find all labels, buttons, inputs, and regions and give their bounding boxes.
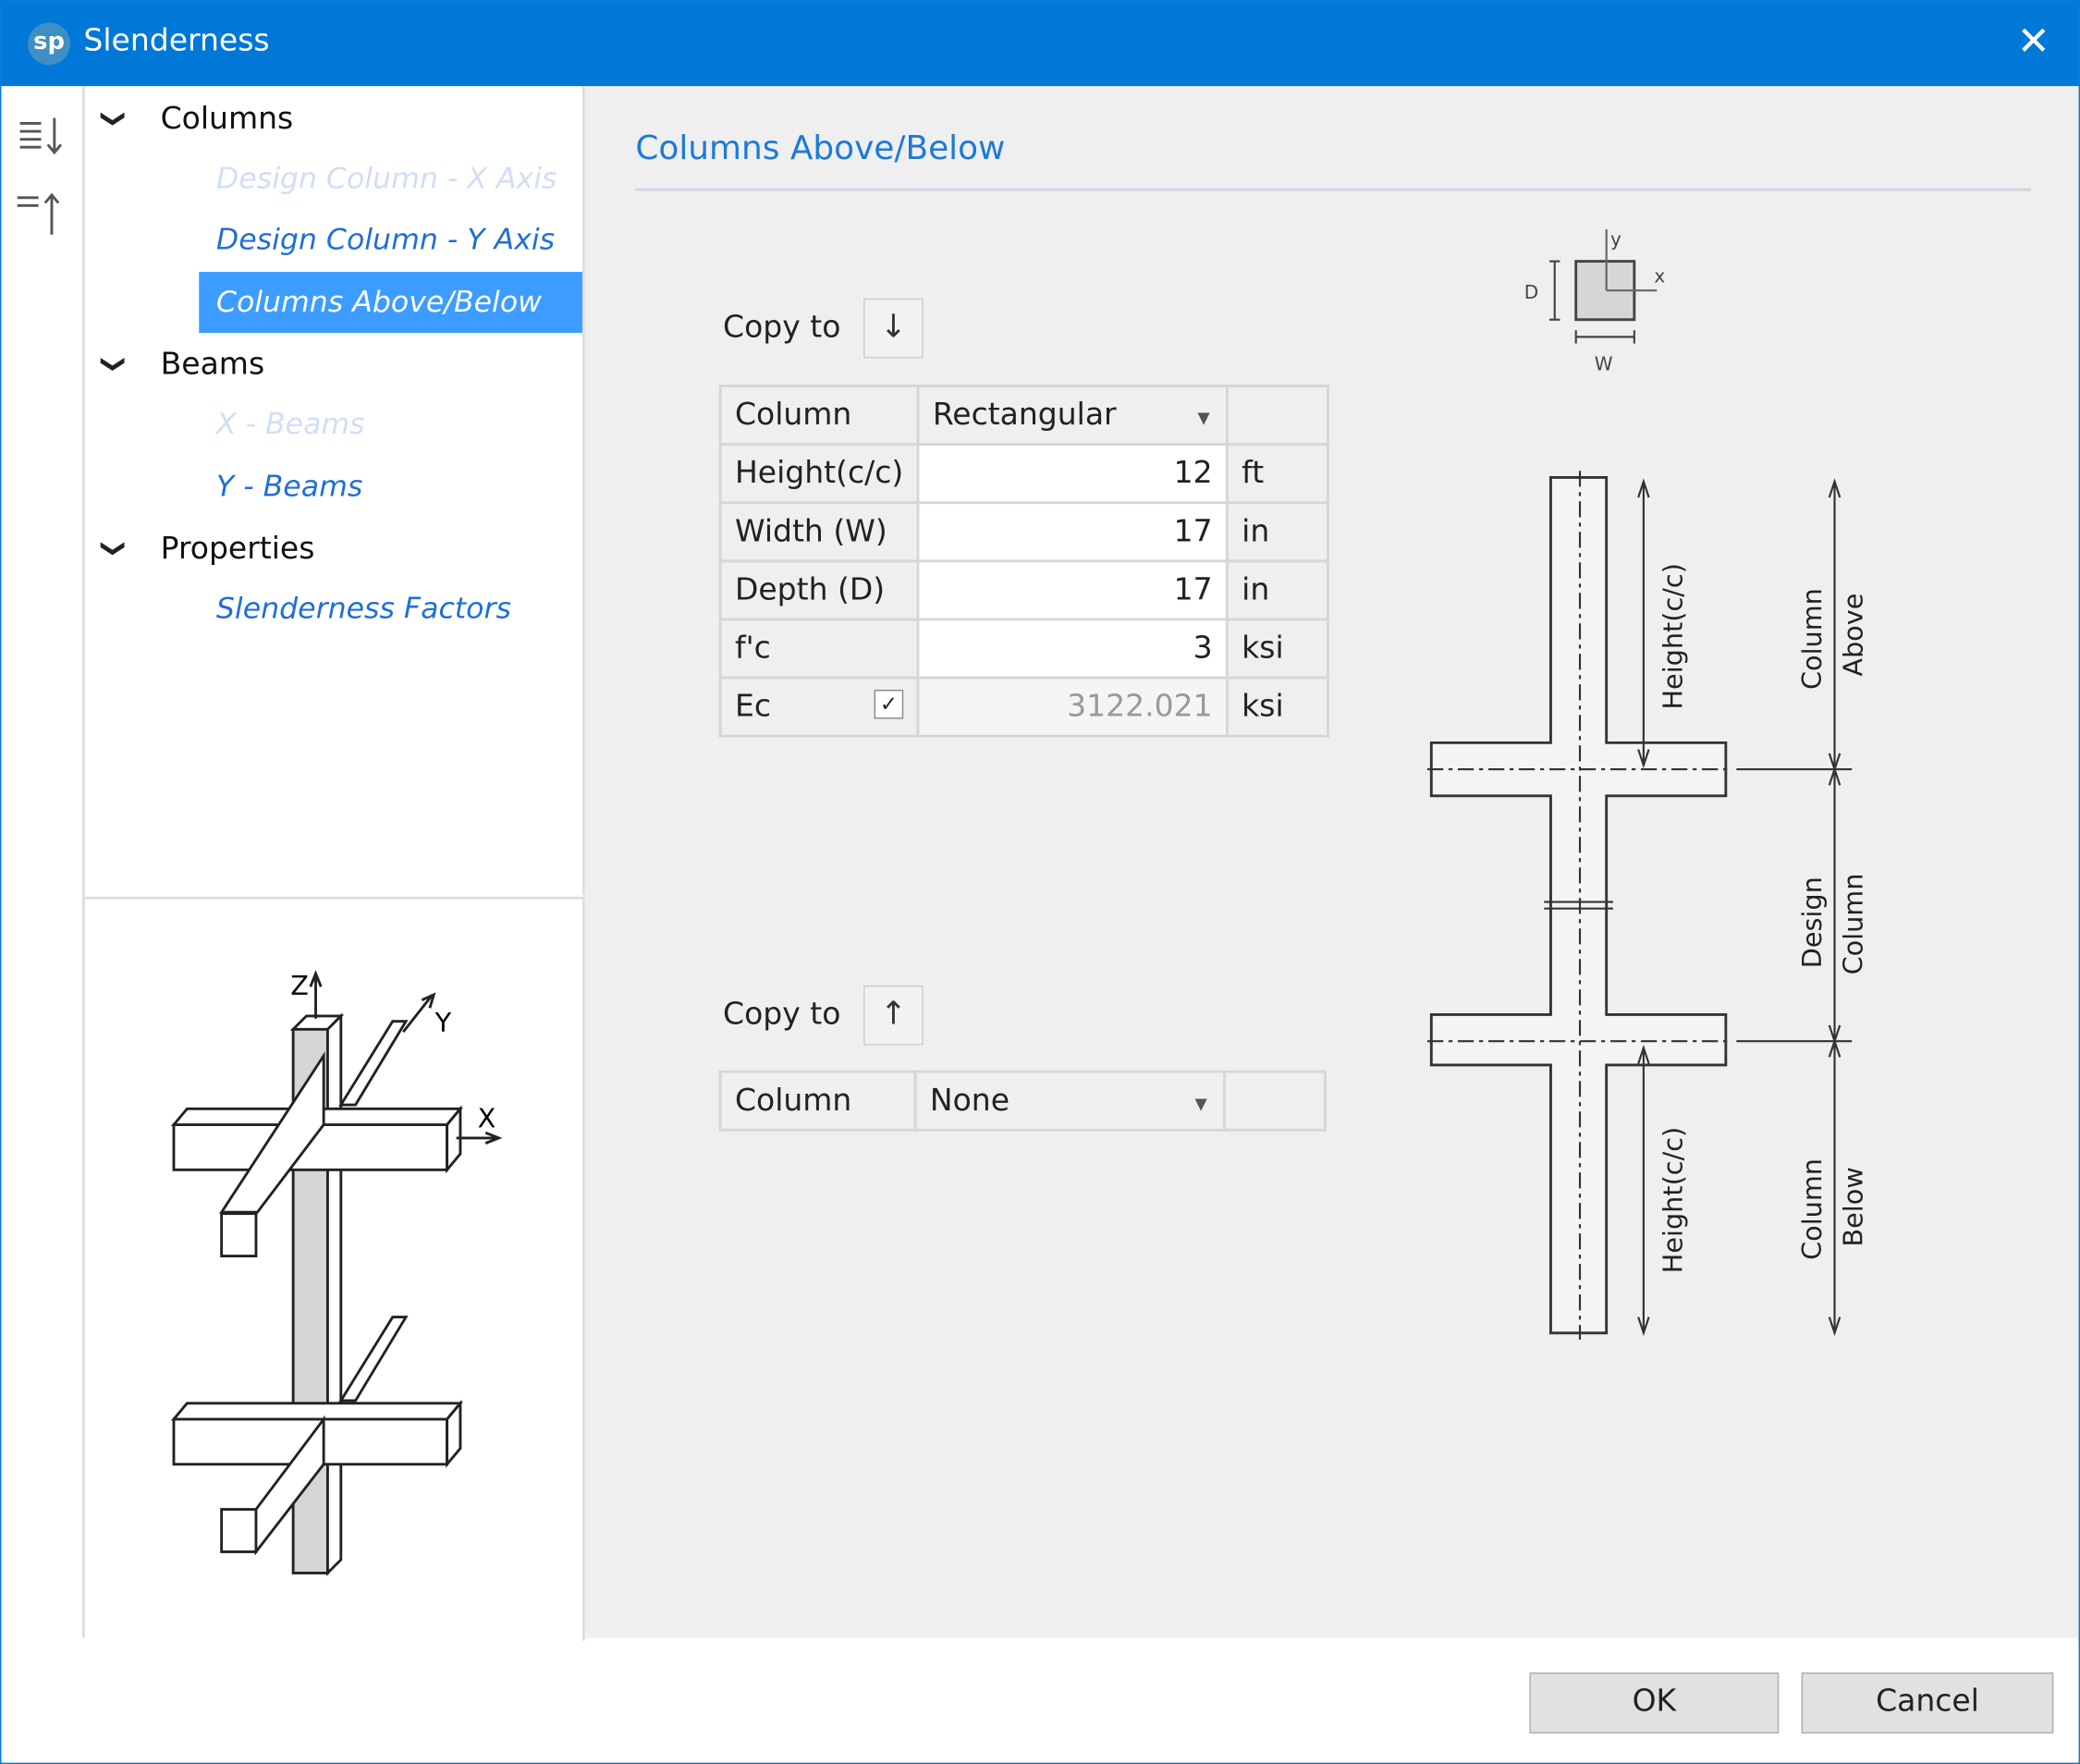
fc-input[interactable]: 3 xyxy=(916,618,1229,680)
width-input[interactable]: 17 xyxy=(916,501,1229,563)
expand-all-button[interactable] xyxy=(12,107,73,165)
ok-button[interactable]: OK xyxy=(1529,1672,1780,1734)
unit-cell: ksi xyxy=(1225,618,1329,680)
height-above-label: Height(c/c) xyxy=(1658,563,1689,709)
section-header: Columns Above/Below xyxy=(635,129,1006,167)
collapse-all-icon xyxy=(17,192,60,235)
slenderness-dialog: sp Slenderness ✕ ❯ Columns Design Column… xyxy=(0,0,2080,1764)
copy-up-button[interactable]: ↑ xyxy=(863,985,924,1046)
table-row: Width (W) 17 in xyxy=(718,501,1329,563)
tree-category-beams[interactable]: Beams xyxy=(161,348,265,382)
x-label: x xyxy=(1654,265,1665,288)
tree-item-x-beams: X - Beams xyxy=(215,408,365,442)
column-above-label-2: Above xyxy=(1838,594,1869,677)
header-divider xyxy=(635,188,2031,191)
copy-down-button[interactable]: ↓ xyxy=(863,298,924,359)
table-row: Depth (D) 17 in xyxy=(718,559,1329,621)
unit-cell: ksi xyxy=(1225,676,1329,738)
row-label: Width (W) xyxy=(718,501,920,563)
design-column-label-2: Column xyxy=(1838,874,1869,975)
3d-frame-illustration: Z Y X xyxy=(170,970,503,1576)
y-label: y xyxy=(1610,227,1621,250)
arrow-down-icon: ↓ xyxy=(879,307,907,345)
column-shape-dropdown[interactable]: Rectangular ▼ xyxy=(916,385,1229,447)
close-button[interactable]: ✕ xyxy=(2007,18,2060,70)
column-below-table: Column None ▼ xyxy=(718,1070,1327,1132)
row-label: f'c xyxy=(718,618,920,680)
content-panel: Columns Above/Below Copy to ↓ Column Rect… xyxy=(584,86,2079,1638)
height-input[interactable]: 12 xyxy=(916,443,1229,505)
section-elevation-diagram: D W x y Height(c/c) Height(c/c) Column A… xyxy=(1427,227,1869,1340)
dialog-footer: OK Cancel xyxy=(1,1640,2079,1763)
ec-auto-checkbox[interactable]: ✓ xyxy=(874,689,904,719)
collapse-all-button[interactable] xyxy=(12,182,73,240)
column-below-label-1: Column xyxy=(1796,1158,1828,1260)
tree-item-design-column-x: Design Column - X Axis xyxy=(215,163,557,197)
copy-to-label: Copy to xyxy=(723,997,841,1033)
copy-to-label: Copy to xyxy=(723,310,841,345)
ec-input: 3122.021 xyxy=(916,676,1229,738)
unit-cell: ft xyxy=(1225,443,1329,505)
dropdown-value: Rectangular xyxy=(932,398,1117,433)
tree-item-slenderness-factors[interactable]: Slenderness Factors xyxy=(216,593,511,626)
chevron-down-icon[interactable]: ❯ xyxy=(100,354,128,374)
width-label: W xyxy=(1595,352,1613,374)
row-label: Column xyxy=(718,385,920,447)
chevron-down-icon[interactable]: ❯ xyxy=(100,109,128,129)
table-row: Ec ✓ 3122.021 ksi xyxy=(718,676,1329,738)
3d-preview-panel: Z Y X xyxy=(84,896,585,1643)
title-bar: sp Slenderness ✕ xyxy=(1,1,2079,87)
y-axis-label: Y xyxy=(434,1007,452,1038)
dropdown-arrow-icon: ▼ xyxy=(1194,1094,1207,1113)
table-row: Column None ▼ xyxy=(718,1070,1327,1132)
column-above-label-1: Column xyxy=(1796,588,1828,690)
tree-item-columns-above-below[interactable]: Columns Above/Below xyxy=(216,287,542,320)
column-below-label-2: Below xyxy=(1838,1167,1869,1246)
table-row: Column Rectangular ▼ xyxy=(718,385,1329,447)
depth-input[interactable]: 17 xyxy=(916,559,1229,621)
unit-cell: in xyxy=(1225,501,1329,563)
table-row: f'c 3 ksi xyxy=(718,618,1329,680)
depth-label: D xyxy=(1524,281,1538,303)
chevron-down-icon[interactable]: ❯ xyxy=(100,538,128,558)
dropdown-arrow-icon: ▼ xyxy=(1197,408,1210,427)
tree-item-y-beams[interactable]: Y - Beams xyxy=(216,471,362,504)
column-above-table: Column Rectangular ▼ Height(c/c) 12 ft Width… xyxy=(718,385,1329,738)
row-label: Ec xyxy=(734,689,771,725)
dropdown-value: None xyxy=(929,1084,1010,1119)
height-below-label: Height(c/c) xyxy=(1658,1127,1689,1273)
navigation-tree: ❯ Columns Design Column - X Axis Design … xyxy=(84,86,585,896)
unit-cell: in xyxy=(1225,559,1329,621)
column-below-dropdown[interactable]: None ▼ xyxy=(913,1070,1226,1132)
z-axis-label: Z xyxy=(290,970,309,1001)
window-title: Slenderness xyxy=(83,23,270,59)
x-axis-label: X xyxy=(478,1102,496,1133)
unit-cell xyxy=(1223,1070,1327,1132)
cancel-button[interactable]: Cancel xyxy=(1801,1672,2054,1734)
tree-category-properties[interactable]: Properties xyxy=(161,532,315,566)
ec-label-cell: Ec ✓ xyxy=(718,676,920,738)
design-column-label-1: Design xyxy=(1796,876,1828,968)
row-label: Depth (D) xyxy=(718,559,920,621)
expand-all-icon xyxy=(19,117,63,155)
arrow-up-icon: ↑ xyxy=(879,994,907,1033)
section-diagram: D W x y xyxy=(1524,227,1666,374)
row-label: Height(c/c) xyxy=(718,443,920,505)
table-row: Height(c/c) 12 ft xyxy=(718,443,1329,505)
tree-toolbar xyxy=(1,86,85,1638)
app-logo-icon: sp xyxy=(28,22,71,66)
tree-category-columns[interactable]: Columns xyxy=(161,102,294,136)
unit-cell xyxy=(1225,385,1329,447)
row-label: Column xyxy=(718,1070,917,1132)
tree-item-design-column-y[interactable]: Design Column - Y Axis xyxy=(216,224,555,257)
